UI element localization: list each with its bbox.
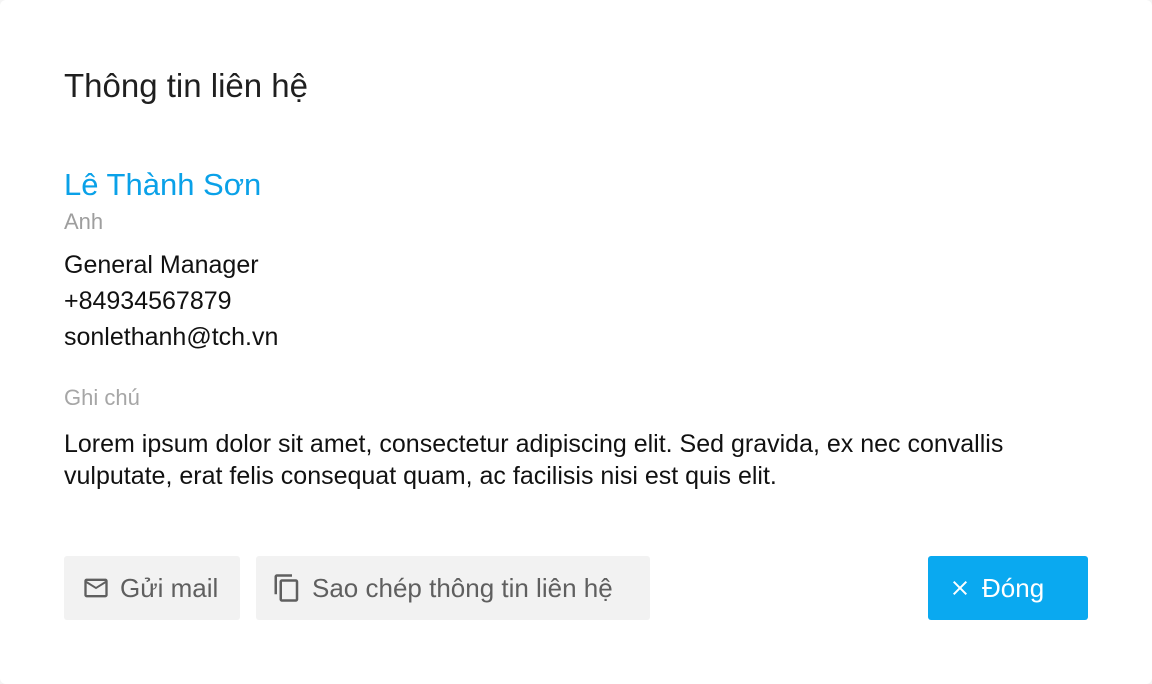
close-button[interactable]: Đóng (928, 556, 1088, 620)
copy-contact-label: Sao chép thông tin liên hệ (312, 572, 613, 603)
mail-icon (82, 574, 110, 602)
contact-phone: +84934567879 (64, 287, 232, 315)
contact-name: Lê Thành Sơn (64, 167, 262, 202)
close-label: Đóng (982, 572, 1045, 603)
contact-info-dialog: Thông tin liên hệ Lê Thành Sơn Anh Gener… (0, 0, 1152, 684)
send-mail-button[interactable]: Gửi mail (64, 556, 240, 620)
dialog-title: Thông tin liên hệ (64, 67, 309, 104)
note-text: Lorem ipsum dolor sit amet, consectetur … (64, 430, 1004, 490)
contact-salutation: Anh (64, 209, 104, 234)
copy-icon (272, 573, 302, 603)
copy-contact-button[interactable]: Sao chép thông tin liên hệ (256, 556, 650, 620)
contact-details: General Manager +84934567879 sonlethanh@… (64, 247, 278, 355)
contact-position: General Manager (64, 251, 259, 279)
note-label: Ghi chú (64, 385, 140, 410)
send-mail-label: Gửi mail (120, 572, 219, 603)
contact-email: sonlethanh@tch.vn (64, 323, 279, 351)
close-icon (948, 576, 972, 600)
